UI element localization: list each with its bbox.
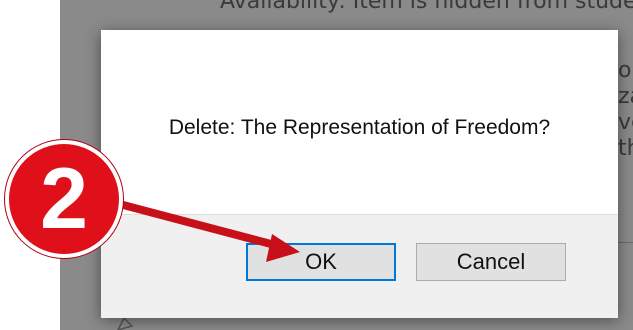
background-text-fragment: za <box>618 84 633 109</box>
background-text-fragment: on <box>618 58 633 83</box>
dialog-message: Delete: The Representation of Freedom? <box>168 116 551 139</box>
background-text-fragment: th <box>618 136 633 161</box>
step-number-badge: 2 <box>5 140 123 258</box>
ok-button[interactable]: OK <box>246 243 396 281</box>
cancel-button[interactable]: Cancel <box>416 243 566 281</box>
background-text-fragment: ve <box>618 110 633 135</box>
confirm-delete-dialog: Delete: The Representation of Freedom? O… <box>101 30 618 318</box>
availability-text: Availability: Item is hidden from studen <box>220 0 633 14</box>
